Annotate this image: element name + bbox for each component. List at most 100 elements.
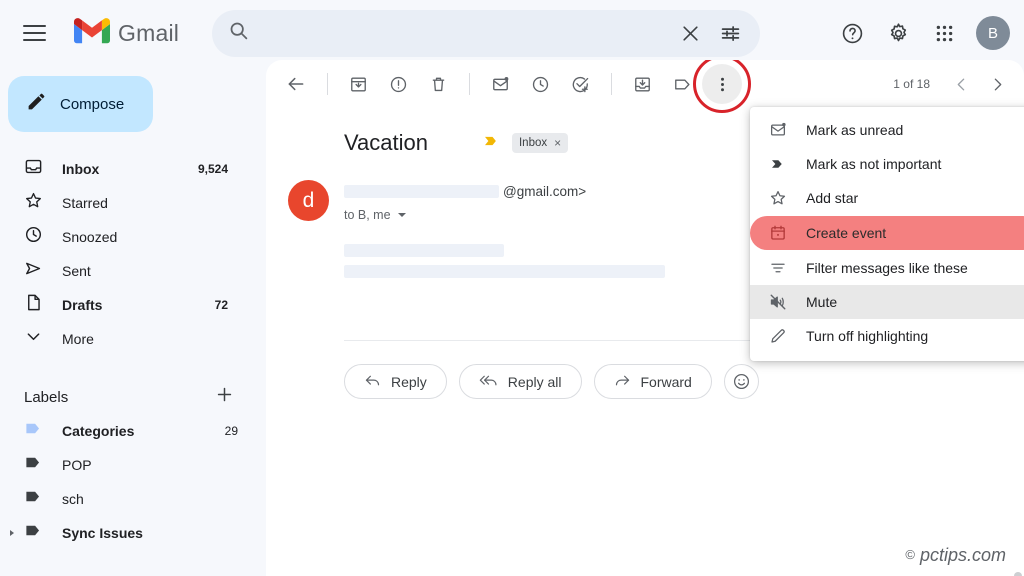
menu-item-filter-messages[interactable]: Filter messages like these: [750, 251, 1024, 285]
scrollbar-thumb[interactable]: [1014, 572, 1022, 576]
reply-all-label: Reply all: [507, 373, 562, 390]
menu-item-label: Mute: [806, 294, 838, 310]
calendar-icon: [768, 224, 788, 242]
help-icon[interactable]: [832, 13, 872, 53]
star-icon: [24, 191, 43, 215]
pencil-icon: [26, 91, 47, 117]
apps-grid-icon[interactable]: [924, 13, 964, 53]
report-spam-icon[interactable]: [378, 64, 418, 104]
sidebar-item-label: Inbox: [62, 161, 100, 177]
menu-item-add-star[interactable]: Add star: [750, 181, 1024, 215]
sidebar-item-snoozed[interactable]: Snoozed: [0, 220, 248, 254]
watermark: © pctips.com: [905, 545, 1006, 566]
mark-unread-icon[interactable]: [480, 64, 520, 104]
search-bar[interactable]: [212, 9, 761, 57]
archive-icon[interactable]: [338, 64, 378, 104]
sidebar-item-label: More: [62, 331, 94, 347]
search-input[interactable]: [249, 24, 671, 42]
expand-triangle-icon[interactable]: [10, 530, 14, 536]
close-icon[interactable]: ×: [554, 136, 561, 150]
important-marker-icon[interactable]: [482, 132, 500, 155]
recipients-label: to B, me: [344, 208, 391, 222]
sidebar-item-drafts[interactable]: Drafts 72: [0, 288, 248, 322]
snooze-clock-icon[interactable]: [520, 64, 560, 104]
more-options-menu: Mark as unread Mark as not important Add…: [750, 107, 1024, 361]
menu-item-mark-as-not-important[interactable]: Mark as not important: [750, 147, 1024, 181]
reply-button[interactable]: Reply: [344, 364, 447, 399]
reply-icon: [364, 372, 381, 392]
filter-icon: [768, 259, 788, 277]
sidebar-item-starred[interactable]: Starred: [0, 186, 248, 220]
back-arrow-icon[interactable]: [276, 64, 316, 104]
menu-item-mark-as-unread[interactable]: Mark as unread: [750, 113, 1024, 147]
sidebar-item-sent[interactable]: Sent: [0, 254, 248, 288]
sidebar-label-sync-issues[interactable]: Sync Issues: [0, 516, 258, 550]
sidebar-label-name: sch: [62, 491, 84, 507]
sidebar-label-sch[interactable]: sch: [0, 482, 258, 516]
forward-button[interactable]: Forward: [593, 364, 712, 399]
forward-label: Forward: [640, 373, 692, 390]
gmail-window: Gmail B Compose Inbox 9,524 Starred Snoo…: [0, 0, 1024, 576]
toolbar-divider-3: [600, 73, 622, 95]
menu-item-mute[interactable]: Mute: [750, 285, 1024, 319]
sidebar-item-label: Sent: [62, 263, 91, 279]
search-icon: [228, 20, 249, 46]
sidebar-nav: Inbox 9,524 Starred Snoozed Sent Drafts …: [0, 152, 258, 356]
clock-icon: [24, 225, 43, 249]
caret-down-icon: [397, 213, 406, 217]
header-actions: B: [832, 0, 1014, 66]
redacted-body-line: [344, 265, 665, 278]
avatar[interactable]: B: [976, 16, 1010, 50]
gmail-logo-icon: [74, 17, 110, 49]
sidebar-label-pop[interactable]: POP: [0, 448, 258, 482]
compose-button[interactable]: Compose: [8, 76, 153, 132]
label-icon: [24, 487, 43, 511]
menu-item-label: Mark as unread: [806, 122, 904, 138]
move-to-inbox-icon[interactable]: [622, 64, 662, 104]
chevron-left-icon[interactable]: [944, 67, 978, 101]
label-tag-icon[interactable]: [662, 64, 702, 104]
sidebar-item-label: Drafts: [62, 297, 103, 313]
more-vertical-icon[interactable]: [693, 60, 751, 113]
forward-icon: [614, 372, 631, 392]
brand: Gmail: [74, 17, 179, 49]
sidebar-item-label: Snoozed: [62, 229, 118, 245]
pagination: 1 of 18: [893, 60, 1014, 108]
compose-label: Compose: [60, 95, 125, 113]
watermark-text: pctips.com: [919, 545, 1006, 565]
avatar[interactable]: d: [288, 180, 329, 221]
sidebar-label-categories[interactable]: Categories 29: [0, 414, 258, 448]
message-toolbar: 1 of 18: [266, 60, 1024, 113]
hamburger-icon[interactable]: [12, 11, 56, 55]
add-to-tasks-icon[interactable]: [560, 64, 600, 104]
app-title: Gmail: [118, 19, 180, 46]
search-options-icon[interactable]: [710, 13, 750, 53]
sidebar-label-count: 29: [224, 424, 238, 438]
pagination-label: 1 of 18: [893, 77, 930, 91]
label-chip[interactable]: Inbox ×: [511, 133, 569, 153]
sender-line: @gmail.com>: [344, 182, 586, 200]
menu-item-turn-off-highlighting[interactable]: Turn off highlighting: [750, 319, 1024, 353]
menu-item-create-event[interactable]: Create event: [750, 216, 1024, 250]
sidebar-item-count: 9,524: [197, 162, 228, 176]
label-icon: [24, 453, 43, 477]
sidebar-item-more[interactable]: More: [0, 322, 248, 356]
sidebar-label-name: Sync Issues: [62, 525, 143, 541]
menu-item-label: Add star: [806, 190, 859, 206]
sidebar-item-count: 72: [214, 298, 228, 312]
menu-item-label: Create event: [806, 225, 887, 241]
gear-icon[interactable]: [878, 13, 918, 53]
plus-icon[interactable]: [215, 385, 234, 409]
trash-icon[interactable]: [418, 64, 458, 104]
close-icon[interactable]: [670, 13, 710, 53]
menu-item-label: Filter messages like these: [806, 260, 968, 276]
emoji-smiley-icon[interactable]: [723, 364, 759, 399]
reply-label: Reply: [391, 373, 427, 390]
redacted-body-line: [344, 244, 504, 257]
recipients-toggle[interactable]: to B, me: [344, 208, 586, 222]
message-actions: Reply Reply all Forward: [344, 364, 1024, 399]
reply-all-button[interactable]: Reply all: [458, 364, 582, 399]
sidebar-item-inbox[interactable]: Inbox 9,524: [0, 152, 248, 186]
chevron-right-icon[interactable]: [980, 67, 1014, 101]
star-icon: [768, 189, 788, 207]
